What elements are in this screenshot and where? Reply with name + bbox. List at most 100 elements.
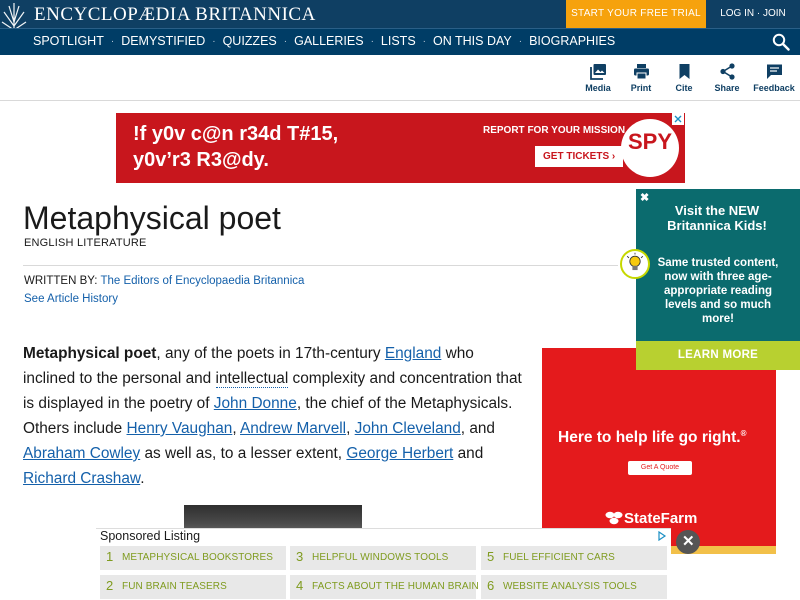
nav-separator: ·	[518, 35, 523, 47]
link-richard-crashaw[interactable]: Richard Crashaw	[23, 470, 140, 487]
nav-item-on-this-day[interactable]: ON THIS DAY	[433, 34, 512, 48]
login-join-link[interactable]: LOG IN · JOIN	[706, 0, 800, 28]
sponsored-item-number: 5	[487, 549, 495, 564]
sponsored-item-number: 3	[296, 549, 304, 564]
media-icon	[589, 64, 606, 80]
share-label: Share	[714, 83, 740, 93]
sponsored-item-number: 2	[106, 578, 114, 593]
adchoices-icon[interactable]	[657, 531, 667, 541]
print-icon	[633, 64, 649, 80]
sponsored-item-number: 6	[487, 578, 495, 593]
sponsored-item[interactable]: 2 FUN BRAIN TEASERS	[100, 575, 286, 599]
kids-promo-title: Visit the NEW Britannica Kids!	[667, 203, 767, 233]
kids-promo-description: Same trusted content, now with three age…	[657, 257, 779, 325]
nav-item-galleries[interactable]: GALLERIES	[294, 34, 363, 48]
link-abraham-cowley[interactable]: Abraham Cowley	[23, 445, 140, 462]
brand-name[interactable]: ENCYCLOPÆDIA BRITANNICA	[34, 4, 316, 26]
article-category[interactable]: ENGLISH LITERATURE	[24, 237, 147, 249]
sponsored-close-button[interactable]: ✕	[676, 530, 700, 554]
main-nav: SPOTLIGHT · DEMYSTIFIED · QUIZZES · GALL…	[0, 28, 800, 55]
nav-separator: ·	[370, 35, 374, 47]
sponsored-item-label: METAPHYSICAL BOOKSTORES	[122, 552, 274, 563]
ad-headline-line2: y0v’r3 R3@dy.	[133, 149, 269, 171]
body-text: as well as, to a lesser extent,	[140, 445, 347, 462]
article-history-link[interactable]: See Article History	[24, 293, 118, 305]
link-george-herbert[interactable]: George Herbert	[346, 445, 453, 462]
media-tool[interactable]: Media	[583, 63, 613, 93]
sponsored-item-label: FACTS ABOUT THE HUMAN BRAIN	[312, 581, 479, 592]
ad-statefarm-trademark: ®	[740, 429, 747, 438]
feedback-icon	[766, 64, 782, 79]
body-text: , and	[460, 420, 495, 437]
link-john-cleveland[interactable]: John Cleveland	[355, 420, 461, 437]
cite-tool[interactable]: Cite	[669, 63, 699, 93]
lightbulb-icon	[620, 249, 650, 279]
sponsored-item-number: 1	[106, 549, 114, 564]
get-tickets-button[interactable]: GET TICKETS ›	[535, 146, 624, 167]
share-icon	[719, 63, 735, 80]
body-text: ,	[232, 420, 241, 437]
body-text: .	[140, 470, 145, 487]
sponsored-item-label: FUN BRAIN TEASERS	[122, 581, 227, 592]
statefarm-ovals-icon	[605, 511, 623, 525]
written-by: WRITTEN BY: The Editors of Encyclopaedia…	[24, 275, 304, 287]
nav-items: SPOTLIGHT · DEMYSTIFIED · QUIZZES · GALL…	[33, 34, 615, 48]
ad-headline-line1: !f y0v c@n r34d T#15,	[133, 123, 339, 145]
sponsored-item[interactable]: 4 FACTS ABOUT THE HUMAN BRAIN	[290, 575, 479, 599]
share-tool[interactable]: Share	[711, 63, 743, 93]
learn-more-button[interactable]: LEARN MORE	[636, 341, 800, 370]
feedback-tool[interactable]: Feedback	[751, 63, 797, 93]
print-label: Print	[630, 83, 652, 93]
statefarm-logo: StateFarm	[604, 510, 697, 527]
author-link[interactable]: The Editors of Encyclopaedia Britannica	[100, 275, 304, 287]
sponsored-item-label: FUEL EFFICIENT CARS	[503, 552, 615, 563]
print-tool[interactable]: Print	[626, 63, 656, 93]
statefarm-logo-text: StateFarm	[624, 510, 698, 527]
nav-item-lists[interactable]: LISTS	[381, 34, 416, 48]
sponsored-item[interactable]: 6 WEBSITE ANALYSIS TOOLS	[481, 575, 667, 599]
nav-separator: ·	[110, 35, 115, 47]
cite-label: Cite	[675, 83, 693, 93]
ad-logo-text: SPY	[627, 129, 673, 154]
article-tools-bar: Media Print Cite Share Feedback	[0, 55, 800, 101]
media-label: Media	[585, 83, 611, 93]
body-text: , any of the poets in 17th-century	[156, 345, 385, 362]
written-by-label: WRITTEN BY:	[24, 275, 98, 287]
nav-item-biographies[interactable]: BIOGRAPHIES	[529, 34, 615, 48]
ad-statefarm-headline-text: Here to help life go right.	[558, 429, 741, 447]
nav-item-spotlight[interactable]: SPOTLIGHT	[33, 34, 104, 48]
link-england[interactable]: England	[385, 345, 441, 362]
ad-banner-spy[interactable]: !f y0v c@n r34d T#15, y0v’r3 R3@dy. REPO…	[116, 113, 685, 183]
sponsored-item-label: HELPFUL WINDOWS TOOLS	[312, 552, 449, 563]
sponsored-item[interactable]: 5 FUEL EFFICIENT CARS	[481, 546, 667, 570]
ad-report-text: REPORT FOR YOUR MISSION	[483, 125, 626, 136]
divider	[23, 265, 618, 266]
body-text: ,	[346, 420, 355, 437]
ad-headline: !f y0v c@n r34d T#15, y0v’r3 R3@dy.	[133, 121, 338, 173]
get-a-quote-button[interactable]: Get A Quote	[628, 461, 692, 475]
sponsored-item[interactable]: 3 HELPFUL WINDOWS TOOLS	[290, 546, 476, 570]
sponsored-item-label: WEBSITE ANALYSIS TOOLS	[503, 581, 637, 592]
free-trial-button[interactable]: START YOUR FREE TRIAL	[566, 0, 706, 28]
sponsored-item[interactable]: 1 METAPHYSICAL BOOKSTORES	[100, 546, 286, 570]
sponsored-item-number: 4	[296, 578, 304, 593]
body-text: and	[453, 445, 484, 462]
ad-statefarm-headline: Here to help life go right.®	[558, 429, 746, 447]
link-henry-vaughan[interactable]: Henry Vaughan	[127, 420, 233, 437]
nav-separator: ·	[283, 35, 288, 47]
nav-item-quizzes[interactable]: QUIZZES	[223, 34, 277, 48]
nav-separator: ·	[422, 35, 427, 47]
page-title: Metaphysical poet	[23, 200, 281, 236]
bookmark-icon	[679, 64, 689, 79]
article-term: Metaphysical poet	[23, 345, 157, 362]
close-icon: ✕	[682, 533, 695, 550]
adchoices-close-icon[interactable]	[672, 113, 684, 125]
nav-separator: ·	[212, 35, 216, 47]
feedback-label: Feedback	[753, 83, 795, 93]
nav-item-demystified[interactable]: DEMYSTIFIED	[121, 34, 205, 48]
dictionary-term-intellectual[interactable]: intellectual	[215, 370, 289, 388]
link-john-donne[interactable]: John Donne	[214, 395, 297, 412]
search-icon[interactable]	[772, 33, 790, 51]
article-body: Metaphysical poet, any of the poets in 1…	[23, 341, 523, 491]
link-andrew-marvell[interactable]: Andrew Marvell	[240, 420, 346, 437]
